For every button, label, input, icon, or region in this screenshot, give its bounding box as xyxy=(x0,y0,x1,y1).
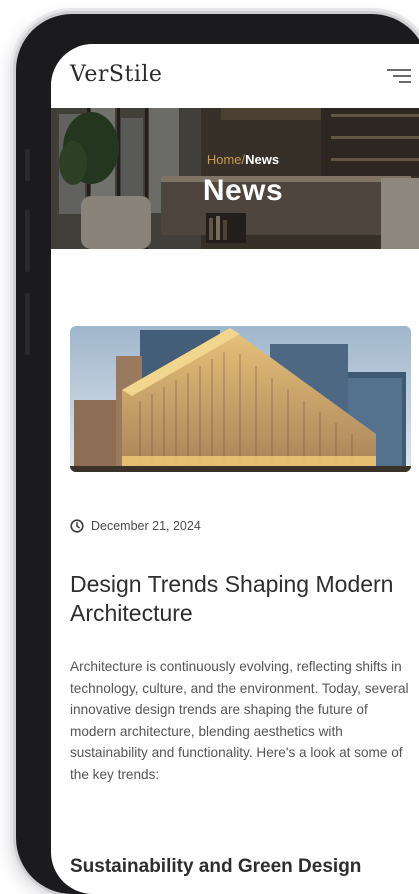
phone-frame: VerStile Home/News News December 21, 202… xyxy=(16,14,419,894)
site-logo[interactable]: VerStile xyxy=(70,62,162,87)
breadcrumb-home-link[interactable]: Home xyxy=(207,152,242,167)
article-image[interactable] xyxy=(70,326,411,472)
building-photo xyxy=(70,326,411,472)
article-body: Architecture is continuously evolving, r… xyxy=(70,659,409,782)
breadcrumb-current: News xyxy=(245,152,280,167)
top-nav: VerStile xyxy=(51,44,419,108)
clock-icon xyxy=(70,519,84,533)
phone-side-button-volume-down xyxy=(25,293,30,355)
hamburger-menu-icon[interactable] xyxy=(385,66,411,86)
page-title: News xyxy=(202,174,284,207)
phone-side-button-top xyxy=(25,149,30,181)
article-title[interactable]: Design Trends Shaping Modern Architectur… xyxy=(70,570,400,628)
phone-screen: VerStile Home/News News December 21, 202… xyxy=(51,44,419,894)
phone-side-button-volume-up xyxy=(25,210,30,272)
article-date: December 21, 2024 xyxy=(91,519,201,533)
page-hero: Home/News News xyxy=(51,108,419,249)
article-section-heading: Sustainability and Green Design xyxy=(70,856,362,877)
breadcrumb: Home/News xyxy=(51,152,419,167)
article-date-row: December 21, 2024 xyxy=(70,517,201,535)
